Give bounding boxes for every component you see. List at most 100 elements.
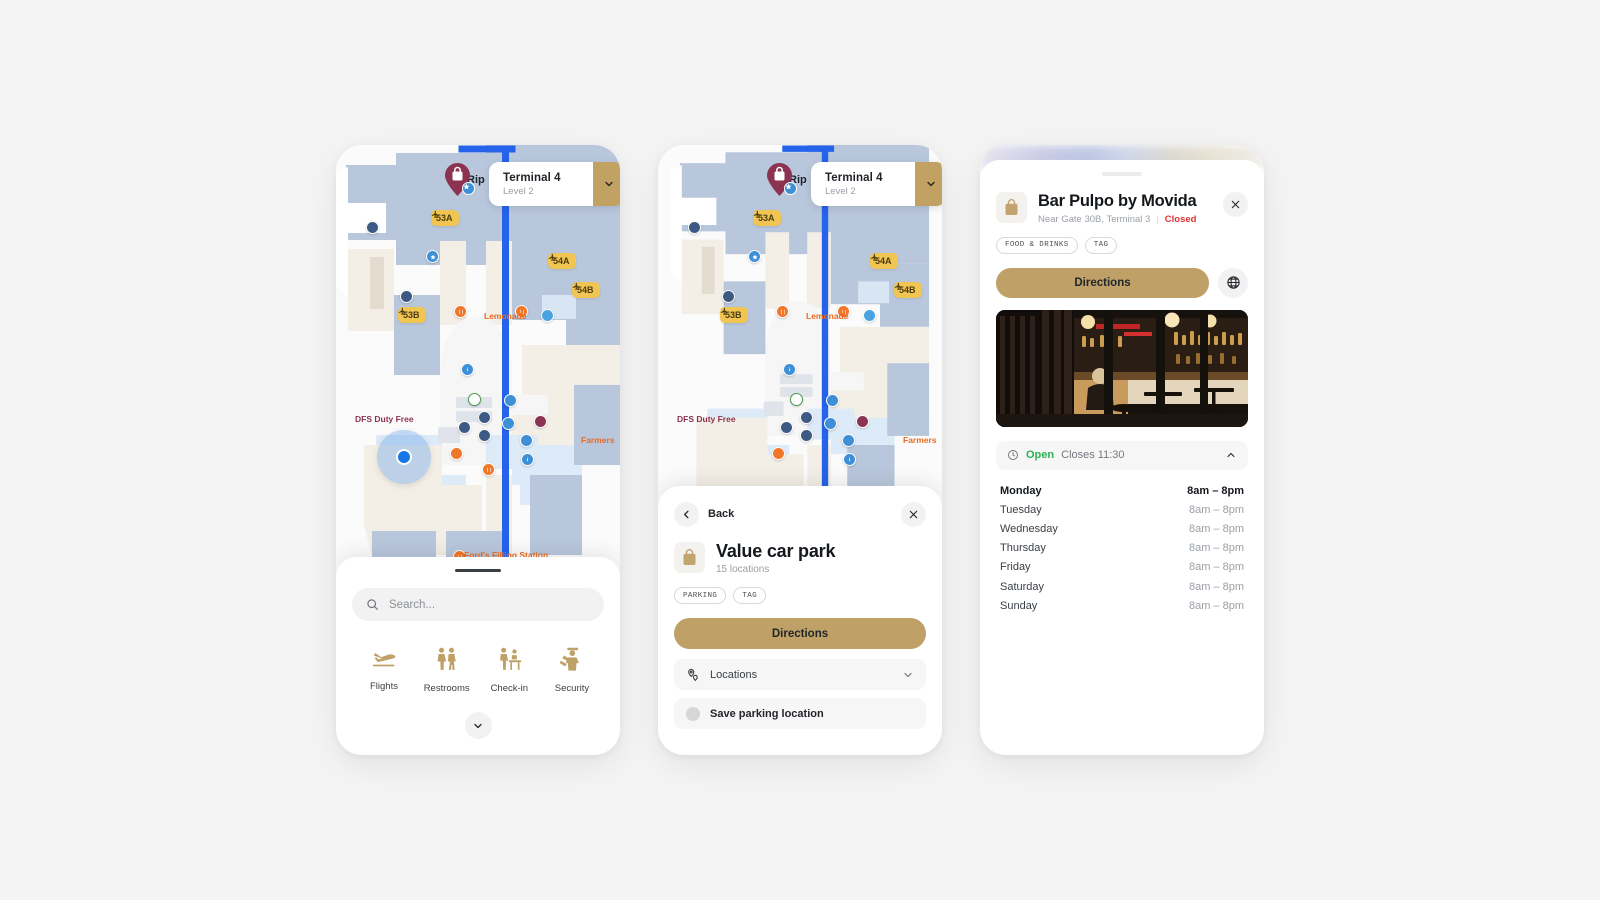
- poi-restaurant-icon[interactable]: [776, 305, 789, 318]
- search-placeholder: Search...: [389, 598, 436, 611]
- poi-star-icon[interactable]: [748, 250, 761, 263]
- business-title: Bar Pulpo by Movida: [1038, 192, 1197, 210]
- phone-place-detail: Terminal 4 Level 2 Rip 53A 54A 54B 53B L…: [658, 145, 942, 755]
- poi-shop-icon[interactable]: [478, 429, 491, 442]
- terminal-info: Terminal 4 Level 2: [489, 162, 593, 206]
- poi-duty-free-icon[interactable]: [534, 415, 547, 428]
- poi-shop-icon[interactable]: [800, 429, 813, 442]
- chevron-down-icon[interactable]: [915, 162, 942, 206]
- poi-info-icon[interactable]: [366, 221, 379, 234]
- poi-cafe-icon[interactable]: [772, 447, 785, 460]
- shopping-bag-pin-icon[interactable]: [445, 163, 475, 196]
- day-label: Sunday: [1000, 599, 1038, 612]
- quick-action-label: Restrooms: [423, 683, 470, 694]
- tag-parking[interactable]: PARKING: [674, 587, 727, 604]
- chevron-down-icon[interactable]: [593, 162, 620, 206]
- map-pins-icon: [686, 668, 700, 682]
- chevron-up-icon[interactable]: [1225, 449, 1237, 461]
- quick-action-label: Security: [554, 683, 590, 694]
- directions-button[interactable]: Directions: [674, 618, 926, 649]
- shopping-bag-icon: [674, 542, 705, 574]
- business-location: Near Gate 30B, Terminal 3: [1038, 213, 1151, 225]
- star-badge-icon: [784, 182, 797, 195]
- poi-heart-icon[interactable]: [824, 417, 837, 430]
- chevron-left-icon[interactable]: [674, 501, 699, 527]
- sheet-grabber[interactable]: [1102, 172, 1142, 176]
- gate-chip-53B[interactable]: 53B: [398, 307, 426, 323]
- business-tags: FOOD & DRINKS TAG: [996, 236, 1248, 254]
- poi-cafe-icon[interactable]: [450, 447, 463, 460]
- poi-label-dfs-duty-free: DFS Duty Free: [677, 414, 736, 424]
- globe-icon[interactable]: [1218, 267, 1248, 298]
- poi-bank-icon[interactable]: [458, 421, 471, 434]
- poi-bank-icon[interactable]: [780, 421, 793, 434]
- day-label: Saturday: [1000, 580, 1045, 593]
- poi-info-icon[interactable]: [521, 453, 534, 466]
- tag-generic[interactable]: TAG: [1084, 236, 1118, 254]
- poi-exit-icon[interactable]: [468, 393, 481, 406]
- poi-baby-icon[interactable]: [842, 434, 855, 447]
- tag-food-and-drinks[interactable]: FOOD & DRINKS: [996, 236, 1078, 254]
- terminal-level: Level 2: [825, 185, 856, 197]
- close-icon[interactable]: [1223, 192, 1248, 217]
- day-hours: 8am – 8pm: [1188, 580, 1244, 593]
- shopping-bag-pin-icon[interactable]: [767, 163, 797, 196]
- poi-info-icon[interactable]: [688, 221, 701, 234]
- closes-text: Closes 11:30: [1061, 449, 1125, 462]
- save-parking-row[interactable]: Save parking location: [674, 698, 926, 729]
- bar-interior-photo: [996, 309, 1248, 427]
- poi-heart-icon[interactable]: [502, 417, 515, 430]
- hours-toggle[interactable]: Open Closes 11:30: [996, 440, 1248, 470]
- tag-generic[interactable]: TAG: [733, 587, 767, 604]
- sheet-grabber[interactable]: [455, 568, 501, 572]
- directions-button[interactable]: Directions: [996, 267, 1209, 298]
- hours-row-saturday: Saturday 8am – 8pm: [996, 577, 1248, 596]
- quick-action-flights[interactable]: Flights: [356, 647, 412, 694]
- gate-chip-54B[interactable]: 54B: [572, 282, 600, 298]
- hours-row-friday: Friday 8am – 8pm: [996, 558, 1248, 577]
- poi-label-dfs-duty-free: DFS Duty Free: [355, 414, 414, 424]
- poi-pen-icon[interactable]: [400, 290, 413, 303]
- poi-baby-icon[interactable]: [520, 434, 533, 447]
- day-label: Thursday: [1000, 542, 1046, 555]
- poi-pen-icon[interactable]: [722, 290, 735, 303]
- toggle-dot[interactable]: [686, 706, 700, 721]
- poi-exit-icon[interactable]: [790, 393, 803, 406]
- plane-landing-icon: [372, 647, 397, 674]
- close-icon[interactable]: [901, 501, 926, 527]
- poi-info-icon[interactable]: [461, 363, 474, 376]
- poi-lounge-icon[interactable]: [863, 309, 876, 322]
- terminal-level: Level 2: [503, 185, 534, 197]
- terminal-selector[interactable]: Terminal 4 Level 2: [489, 162, 620, 206]
- poi-restaurant-icon[interactable]: [454, 305, 467, 318]
- poi-star-icon[interactable]: [426, 250, 439, 263]
- hours-row-wednesday: Wednesday 8am – 8pm: [996, 519, 1248, 538]
- gate-chip-53A[interactable]: 53A: [431, 210, 459, 226]
- quick-action-security[interactable]: Security: [544, 647, 600, 694]
- star-badge-icon: [462, 182, 475, 195]
- poi-baby-icon[interactable]: [826, 394, 839, 407]
- poi-restaurant-icon[interactable]: [482, 463, 495, 476]
- poi-duty-free-icon[interactable]: [856, 415, 869, 428]
- poi-shop-icon[interactable]: [800, 411, 813, 424]
- poi-shop-icon[interactable]: [478, 411, 491, 424]
- gate-chip-54B[interactable]: 54B: [894, 282, 922, 298]
- gate-chip-54A[interactable]: 54A: [870, 253, 898, 269]
- status-badge: Closed: [1164, 213, 1197, 225]
- quick-action-check-in[interactable]: Check-in: [481, 647, 537, 694]
- locations-row[interactable]: Locations: [674, 659, 926, 690]
- chevron-down-icon[interactable]: [902, 669, 914, 681]
- poi-info-icon[interactable]: [783, 363, 796, 376]
- poi-label-lemonade: Lemonade: [484, 311, 527, 321]
- poi-lounge-icon[interactable]: [541, 309, 554, 322]
- expand-sheet-button[interactable]: [464, 712, 492, 739]
- search-input[interactable]: Search...: [352, 588, 604, 621]
- gate-chip-54A[interactable]: 54A: [548, 253, 576, 269]
- poi-info-icon[interactable]: [843, 453, 856, 466]
- terminal-selector[interactable]: Terminal 4 Level 2: [811, 162, 942, 206]
- poi-baby-icon[interactable]: [504, 394, 517, 407]
- gate-chip-53B[interactable]: 53B: [720, 307, 748, 323]
- gate-chip-53A[interactable]: 53A: [753, 210, 781, 226]
- quick-action-restrooms[interactable]: Restrooms: [419, 647, 475, 694]
- back-button[interactable]: Back: [674, 501, 734, 527]
